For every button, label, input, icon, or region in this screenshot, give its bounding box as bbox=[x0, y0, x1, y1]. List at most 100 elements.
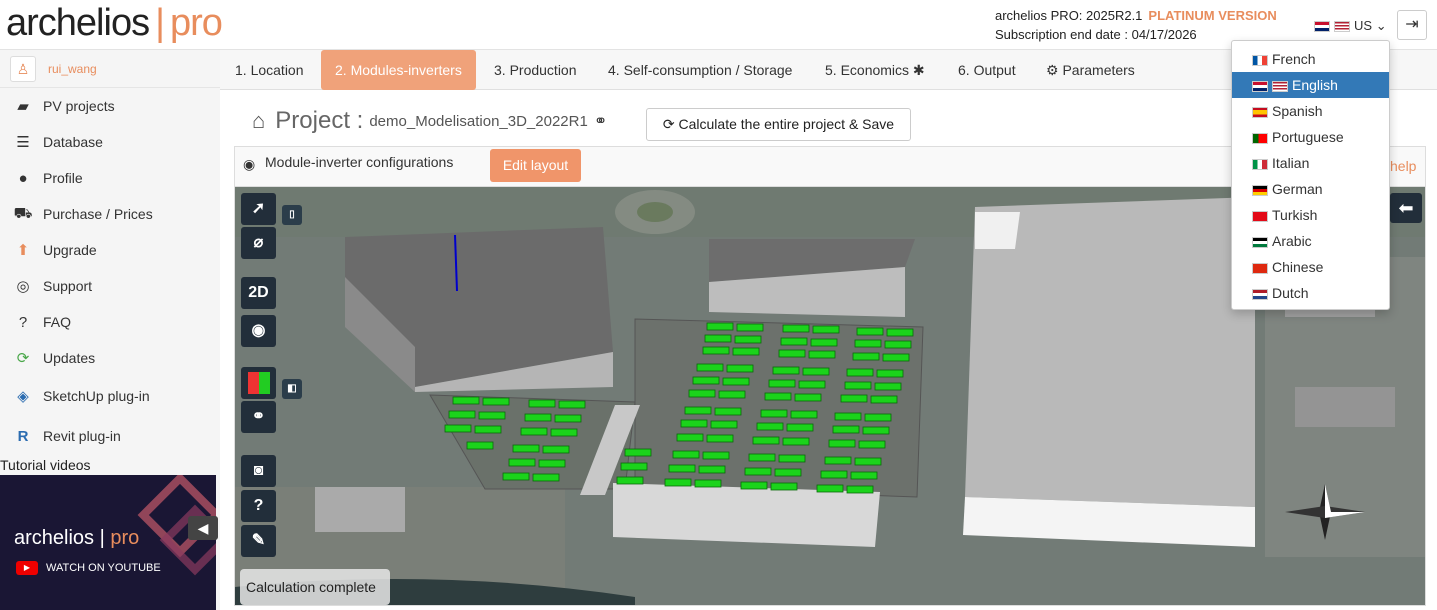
sidebar-item-profile[interactable]: ● Profile bbox=[0, 160, 220, 196]
language-option-italian[interactable]: Italian bbox=[1232, 150, 1389, 176]
project-label: Project : bbox=[275, 107, 364, 134]
language-option-turkish[interactable]: Turkish bbox=[1232, 202, 1389, 228]
visibility-button[interactable]: ◉ bbox=[241, 315, 276, 347]
language-label: Turkish bbox=[1272, 207, 1318, 223]
tab-output[interactable]: 6. Output bbox=[944, 50, 1030, 90]
sketchup-icon: ◈ bbox=[17, 388, 29, 405]
sidebar-item-sketchup[interactable]: ◈ SketchUp plug-in bbox=[0, 376, 220, 416]
notes-button[interactable]: ✎ bbox=[241, 525, 276, 557]
tab-production[interactable]: 3. Production bbox=[480, 50, 591, 90]
version-info: archelios PRO: 2025R2.1 PLATINUM VERSION … bbox=[995, 6, 1277, 44]
mobile-view-button[interactable]: ▯ bbox=[282, 205, 302, 225]
arrow-up-icon: ⬆ bbox=[16, 242, 30, 259]
color-grid-icon bbox=[247, 371, 270, 394]
collapse-sidebar-button[interactable]: ◀ bbox=[188, 516, 218, 540]
sidebar-item-pv-projects[interactable]: ▰ PV projects bbox=[0, 88, 220, 124]
arrow-left-icon: ⬅ bbox=[1398, 198, 1414, 218]
tutorial-video-thumbnail[interactable]: archelios | pro ▶ WATCH ON YOUTUBE bbox=[0, 475, 216, 610]
video-logo: archelios | pro bbox=[14, 527, 140, 549]
home-icon[interactable]: ⌂ bbox=[252, 108, 265, 134]
logo-pro: pro bbox=[169, 2, 223, 44]
logo-text: archelios bbox=[6, 2, 150, 44]
chevron-down-icon: ⌄ bbox=[1375, 18, 1387, 33]
arrow-left-icon: ◀ bbox=[197, 520, 209, 536]
edit-icon: ✎ bbox=[251, 532, 266, 549]
help-tool-button[interactable]: ? bbox=[241, 490, 276, 522]
turkish-flag-icon bbox=[1252, 210, 1268, 222]
select-tool-button[interactable]: ➚ bbox=[241, 193, 276, 225]
language-label: Portuguese bbox=[1272, 129, 1344, 145]
french-flag-icon bbox=[1252, 54, 1268, 66]
language-option-arabic[interactable]: Arabic bbox=[1232, 228, 1389, 254]
orbit-tool-button[interactable]: ⌀ bbox=[241, 227, 276, 259]
mobile-icon: ▯ bbox=[289, 209, 295, 220]
sidebar-item-faq[interactable]: ? FAQ bbox=[0, 304, 220, 340]
sidebar-item-upgrade[interactable]: ⬆ Upgrade bbox=[0, 232, 220, 268]
calculate-save-button[interactable]: ⟳ Calculate the entire project & Save bbox=[646, 108, 911, 141]
video-logo-text: archelios bbox=[14, 527, 95, 549]
sidebar: ♙ rui_wang ▰ PV projects ☰ Database ● Profi… bbox=[0, 50, 220, 610]
language-label: French bbox=[1272, 51, 1316, 67]
color-mode-button[interactable] bbox=[241, 367, 276, 399]
back-button[interactable]: ⬅ bbox=[1390, 193, 1422, 223]
language-option-portuguese[interactable]: Portuguese bbox=[1232, 124, 1389, 150]
language-label: Chinese bbox=[1272, 259, 1324, 275]
language-dropdown: French English Spanish Portuguese Italia… bbox=[1231, 40, 1390, 310]
project-name: demo_Modelisation_3D_2022R1 bbox=[369, 112, 588, 130]
database-icon: ☰ bbox=[16, 134, 30, 151]
sidebar-item-label: Upgrade bbox=[43, 242, 97, 258]
sidebar-item-label: Purchase / Prices bbox=[43, 206, 153, 222]
logout-button[interactable]: ⇥ bbox=[1397, 10, 1427, 40]
tab-economics[interactable]: 5. Economics ✱ bbox=[811, 50, 939, 90]
link-icon[interactable]: ⚭ bbox=[594, 111, 607, 131]
logo-separator: | bbox=[155, 2, 165, 44]
language-label: German bbox=[1272, 181, 1323, 197]
user-row[interactable]: ♙ rui_wang bbox=[0, 50, 220, 88]
folder-icon: ▰ bbox=[17, 98, 29, 115]
orbit-icon: ⌀ bbox=[253, 234, 264, 251]
tab-self-consumption[interactable]: 4. Self-consumption / Storage bbox=[594, 50, 806, 90]
tab-modules-inverters[interactable]: 2. Modules-inverters bbox=[321, 50, 476, 90]
logout-icon: ⇥ bbox=[1405, 16, 1419, 33]
language-selector[interactable]: US ⌄ bbox=[1314, 18, 1387, 34]
language-label: English bbox=[1292, 77, 1338, 93]
2d-view-button[interactable]: 2D bbox=[241, 277, 276, 309]
language-label: Dutch bbox=[1272, 285, 1309, 301]
sidebar-item-label: FAQ bbox=[43, 314, 72, 330]
language-option-chinese[interactable]: Chinese bbox=[1232, 254, 1389, 280]
sidebar-item-purchase[interactable]: ⛟ Purchase / Prices bbox=[0, 196, 220, 232]
gears-icon: ⚙ bbox=[1046, 62, 1063, 78]
screenshot-button[interactable]: ◙ bbox=[241, 455, 276, 487]
language-option-spanish[interactable]: Spanish bbox=[1232, 98, 1389, 124]
video-logo-pro: pro bbox=[110, 527, 140, 549]
help-link[interactable]: help bbox=[1390, 158, 1416, 174]
app-header: archelios | pro archelios PRO: 2025R2.1 PLA… bbox=[0, 0, 1437, 50]
language-option-dutch[interactable]: Dutch bbox=[1232, 280, 1389, 306]
portuguese-flag-icon bbox=[1252, 132, 1268, 144]
sidebar-item-database[interactable]: ☰ Database bbox=[0, 124, 220, 160]
sidebar-item-support[interactable]: ◎ Support bbox=[0, 268, 220, 304]
sidebar-item-revit[interactable]: R Revit plug-in bbox=[0, 416, 220, 456]
language-code: US bbox=[1354, 18, 1373, 33]
video-caption: WATCH ON YOUTUBE bbox=[46, 561, 161, 574]
avatar: ♙ bbox=[10, 55, 36, 82]
calculation-status: Calculation complete bbox=[240, 569, 390, 605]
language-option-english[interactable]: English bbox=[1232, 72, 1389, 98]
app-logo[interactable]: archelios | pro bbox=[6, 2, 223, 45]
layer-button[interactable]: ◧ bbox=[282, 379, 302, 399]
language-option-french[interactable]: French bbox=[1232, 46, 1389, 72]
language-label: Spanish bbox=[1272, 103, 1323, 119]
tab-location[interactable]: 1. Location bbox=[221, 50, 318, 90]
language-option-german[interactable]: German bbox=[1232, 176, 1389, 202]
sidebar-item-label: Profile bbox=[43, 170, 83, 186]
sidebar-item-updates[interactable]: ⟳ Updates bbox=[0, 340, 220, 376]
revit-icon: R bbox=[17, 427, 29, 445]
edit-layout-button[interactable]: Edit layout bbox=[490, 149, 581, 182]
refresh-icon: ⟳ bbox=[16, 350, 30, 367]
link-tool-button[interactable]: ⚭ bbox=[241, 401, 276, 433]
sidebar-item-label: Revit plug-in bbox=[43, 428, 121, 444]
language-label: Arabic bbox=[1272, 233, 1312, 249]
tab-parameters[interactable]: ⚙ Parameters bbox=[1032, 50, 1149, 90]
language-label: Italian bbox=[1272, 155, 1310, 171]
italian-flag-icon bbox=[1252, 158, 1268, 170]
